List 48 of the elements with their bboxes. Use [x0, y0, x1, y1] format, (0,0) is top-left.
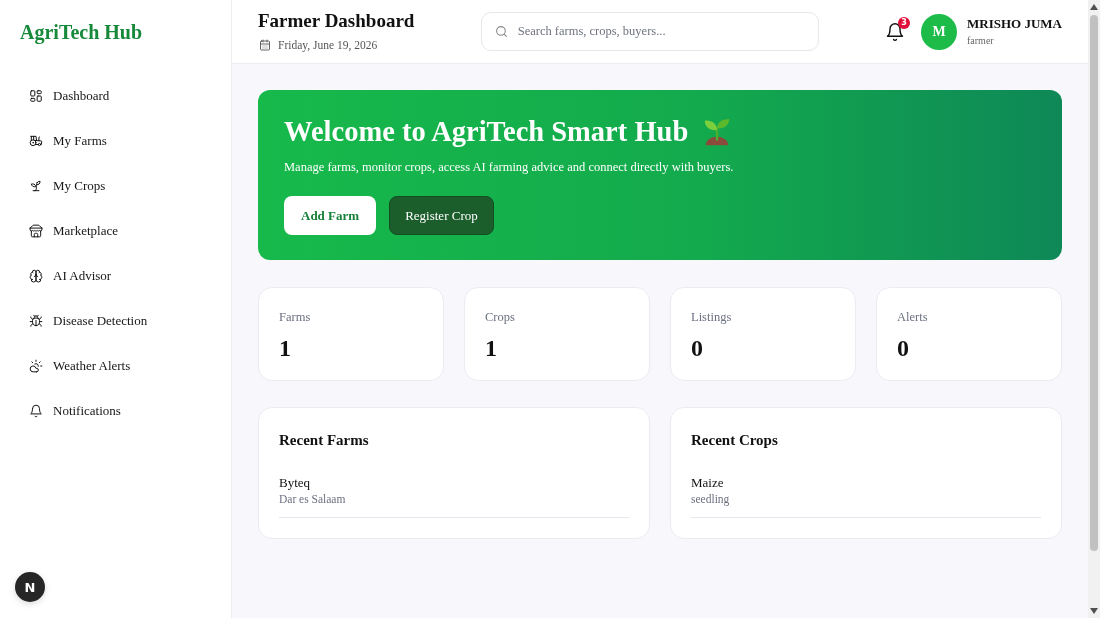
app-logo: AgriTech Hub [19, 20, 144, 46]
scrollbar[interactable] [1088, 0, 1100, 618]
sidebar-item[interactable]: Marketplace [16, 208, 215, 253]
scroll-down-arrow-icon[interactable] [1090, 608, 1098, 614]
item-detail: Dar es Salaam [279, 492, 347, 507]
tractor-icon [29, 133, 43, 148]
sprout-icon [29, 178, 43, 193]
stat-value: 0 [691, 334, 704, 362]
page-title: Farmer Dashboard [258, 10, 415, 32]
calendar-icon [259, 39, 271, 51]
stat-label: Listings [691, 309, 733, 325]
register-crop-button[interactable]: Register Crop [389, 196, 494, 235]
sidebar-item[interactable]: AI Advisor [16, 253, 215, 298]
brain-icon [29, 268, 43, 283]
item-name: Maize [691, 474, 725, 491]
bug-icon [29, 313, 43, 328]
date-text: Friday, June 19, 2026 [278, 38, 378, 53]
stat-value: 0 [897, 334, 910, 362]
sidebar-item[interactable]: Dashboard [16, 73, 215, 118]
item-detail: seedling [691, 492, 731, 507]
user-role: farmer [967, 35, 995, 47]
stat-label: Alerts [897, 309, 929, 325]
item-name: Byteq [279, 474, 312, 491]
add-farm-button[interactable]: Add Farm [284, 196, 377, 235]
scrollbar-thumb[interactable] [1090, 15, 1098, 551]
stat-label: Crops [485, 309, 516, 325]
bell-icon [29, 403, 43, 418]
sidebar-item[interactable]: My Farms [16, 118, 215, 163]
store-icon [29, 223, 43, 238]
sidebar-item[interactable]: My Crops [16, 163, 215, 208]
sidebar-item[interactable]: Disease Detection [16, 298, 215, 343]
cloud-sun-icon [29, 358, 43, 373]
grid-icon [29, 88, 43, 103]
sidebar-item[interactable]: Notifications [16, 388, 215, 433]
scroll-up-arrow-icon[interactable] [1090, 4, 1098, 10]
search-field[interactable]: Search farms, crops, buyers... [480, 12, 819, 51]
sidebar-item[interactable]: Weather Alerts [16, 343, 215, 388]
stat-label: Farms [279, 309, 312, 325]
banner-title: Welcome to AgriTech Smart Hub [284, 115, 689, 149]
banner-subtitle: Manage farms, monitor crops, access AI farming advice and connect directly with buyers. [284, 159, 735, 175]
search-icon [494, 25, 508, 38]
notification-count-badge: 3 [898, 16, 910, 29]
user-name: MRISHO JUMA [967, 16, 1062, 32]
user-avatar: M [921, 13, 957, 50]
stat-value: 1 [485, 334, 498, 362]
card-title: Recent Farms [279, 431, 370, 450]
stat-value: 1 [279, 334, 292, 362]
card-title: Recent Crops [691, 431, 779, 450]
